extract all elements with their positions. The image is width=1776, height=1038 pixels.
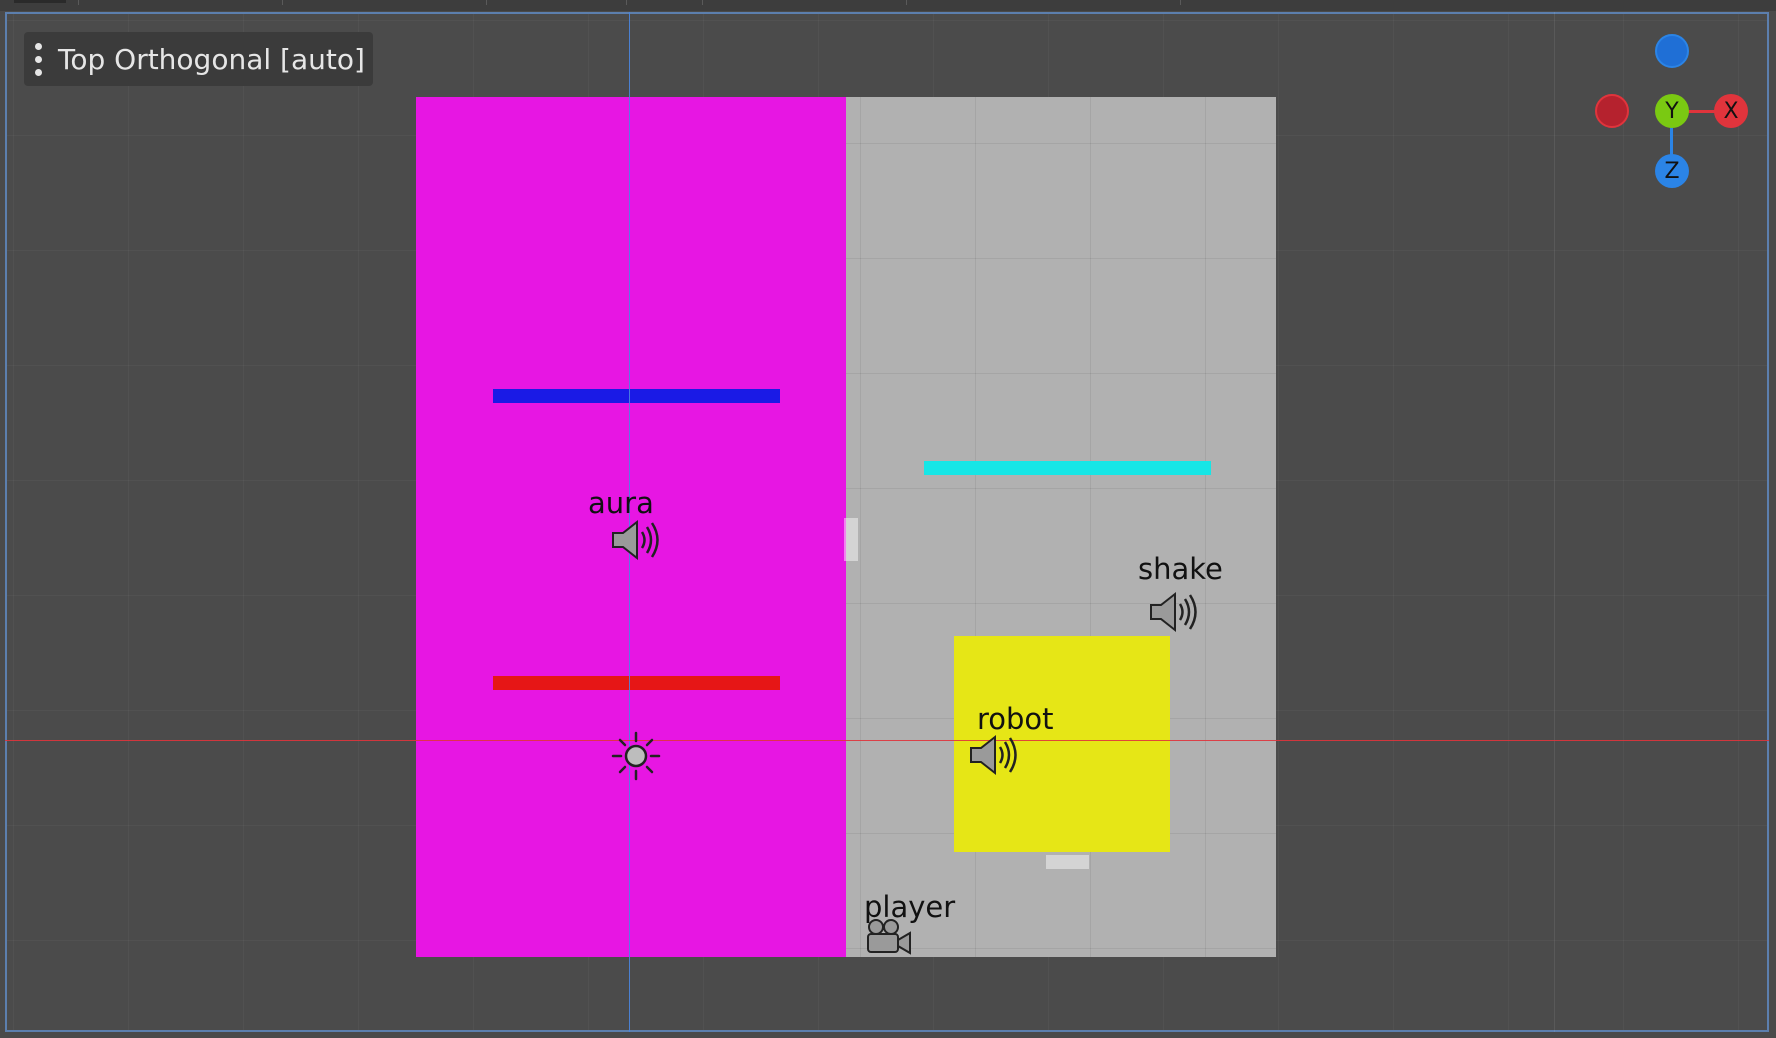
node-label-aura: aura (588, 486, 654, 520)
light-icon[interactable] (611, 731, 661, 781)
node-label-shake: shake (1138, 552, 1223, 586)
view-menu-button[interactable]: Top Orthogonal [auto] (24, 32, 373, 86)
tab-divider (626, 0, 627, 5)
camera-icon[interactable] (864, 918, 914, 956)
tab-divider (1180, 0, 1181, 5)
gizmo-y-handle[interactable]: Y (1655, 94, 1689, 128)
tab-divider (78, 0, 79, 5)
selected-tab-marker (14, 0, 66, 3)
gizmo-z-handle[interactable]: Z (1655, 154, 1689, 188)
speaker-icon[interactable] (1148, 590, 1202, 634)
left-edge-marker (844, 518, 858, 561)
speaker-icon[interactable] (968, 733, 1022, 777)
tab-divider (906, 0, 907, 5)
gizmo-y-label: Y (1665, 98, 1679, 124)
tab-divider (486, 0, 487, 5)
speaker-icon[interactable] (610, 518, 664, 562)
kebab-menu-icon (32, 42, 44, 76)
blue-bar[interactable] (493, 389, 780, 403)
gizmo-neg-z-handle[interactable] (1655, 34, 1689, 68)
gizmo-neg-x-handle[interactable] (1595, 94, 1629, 128)
bottom-edge-marker (1046, 855, 1089, 869)
red-bar[interactable] (493, 676, 780, 690)
gizmo-x-handle[interactable]: X (1714, 94, 1748, 128)
x-axis-line (5, 740, 1769, 741)
grid-line (1554, 12, 1555, 1032)
node-label-robot: robot (977, 702, 1054, 736)
gizmo-z-label: Z (1664, 158, 1680, 184)
tab-divider (702, 0, 703, 5)
cyan-bar[interactable] (924, 461, 1211, 475)
gizmo-x-label: X (1723, 98, 1739, 124)
view-menu-label: Top Orthogonal [auto] (58, 42, 365, 76)
top-tab-strip (0, 0, 1776, 11)
tab-divider (282, 0, 283, 5)
